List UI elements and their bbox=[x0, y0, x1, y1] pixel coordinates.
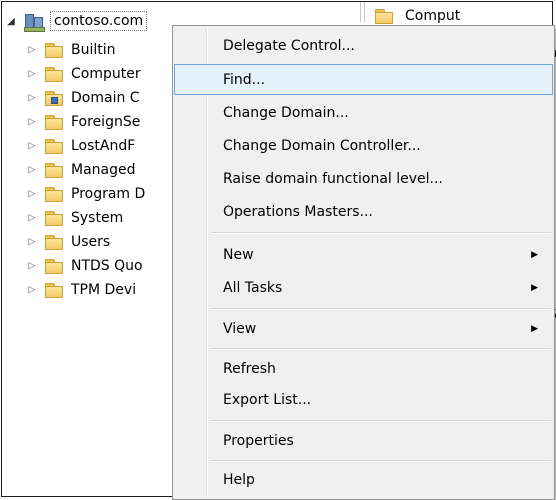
menu-item-label: All Tasks bbox=[223, 279, 283, 296]
tree-item-label: NTDS Quo bbox=[71, 258, 143, 274]
right-pane-list-item[interactable]: Comput bbox=[375, 6, 460, 26]
expand-arrow-icon[interactable]: ▷ bbox=[25, 91, 39, 105]
menu-item-label: Raise domain functional level... bbox=[223, 170, 443, 187]
expand-arrow-icon[interactable]: ▷ bbox=[25, 115, 39, 129]
folder-icon bbox=[45, 259, 63, 274]
folder-icon bbox=[45, 115, 63, 130]
menu-separator bbox=[211, 232, 551, 234]
menu-item-change-domain-controller[interactable]: Change Domain Controller... bbox=[175, 130, 552, 161]
context-menu: Delegate Control... Find... Change Domai… bbox=[172, 25, 555, 500]
tree-item-label: Managed bbox=[71, 162, 136, 178]
menu-item-label: Operations Masters... bbox=[223, 203, 373, 220]
ou-folder-icon bbox=[45, 91, 63, 106]
folder-icon bbox=[45, 43, 63, 58]
menu-item-label: Properties bbox=[223, 432, 294, 449]
menu-item-label: Export List... bbox=[223, 391, 312, 408]
menu-item-label: Refresh bbox=[223, 360, 276, 377]
tree-item-label: System bbox=[71, 210, 124, 226]
folder-icon bbox=[45, 283, 63, 298]
expand-arrow-icon[interactable]: ▷ bbox=[25, 211, 39, 225]
expand-arrow-icon[interactable]: ▷ bbox=[25, 187, 39, 201]
tree-item-label: ForeignSe bbox=[71, 114, 141, 130]
menu-item-new[interactable]: New ▶ bbox=[175, 239, 552, 270]
menu-item-properties[interactable]: Properties bbox=[175, 425, 552, 456]
tree-item-system[interactable]: ▷ System bbox=[25, 207, 123, 229]
menu-item-operations-masters[interactable]: Operations Masters... bbox=[175, 196, 552, 227]
tree-item-foreign-security[interactable]: ▷ ForeignSe bbox=[25, 111, 140, 133]
menu-item-export-list[interactable]: Export List... bbox=[175, 384, 552, 415]
tree-item-program-data[interactable]: ▷ Program D bbox=[25, 183, 145, 205]
tree-item-domain-controllers[interactable]: ▷ Domain C bbox=[25, 87, 140, 109]
folder-icon bbox=[45, 235, 63, 250]
collapse-arrow-icon[interactable]: ◢ bbox=[4, 14, 18, 28]
tree-item-label: Builtin bbox=[71, 42, 116, 58]
expand-arrow-icon[interactable]: ▷ bbox=[25, 67, 39, 81]
submenu-arrow-icon: ▶ bbox=[531, 323, 538, 334]
menu-item-label: Change Domain... bbox=[223, 104, 349, 121]
folder-icon bbox=[45, 67, 63, 82]
menu-separator bbox=[211, 420, 551, 422]
tree-item-ntds-quotas[interactable]: ▷ NTDS Quo bbox=[25, 255, 143, 277]
menu-item-raise-domain-functional-level[interactable]: Raise domain functional level... bbox=[175, 163, 552, 194]
menu-item-refresh[interactable]: Refresh bbox=[175, 353, 552, 384]
menu-item-help[interactable]: Help bbox=[175, 464, 552, 495]
folder-icon bbox=[45, 139, 63, 154]
menu-item-label: Find... bbox=[223, 71, 266, 88]
menu-item-label: New bbox=[223, 246, 254, 263]
menu-item-label: View bbox=[223, 320, 257, 337]
tree-item-label: TPM Devi bbox=[71, 282, 137, 298]
tree-root-label: contoso.com bbox=[50, 11, 148, 31]
tree-item-label: LostAndF bbox=[71, 138, 136, 154]
tree-item-tpm-devices[interactable]: ▷ TPM Devi bbox=[25, 279, 136, 301]
tree-item-label: Domain C bbox=[71, 90, 140, 106]
submenu-arrow-icon: ▶ bbox=[531, 282, 538, 293]
expand-arrow-icon[interactable]: ▷ bbox=[25, 259, 39, 273]
menu-item-label: Help bbox=[223, 471, 255, 488]
tree-item-managed[interactable]: ▷ Managed bbox=[25, 159, 136, 181]
menu-separator bbox=[211, 308, 551, 310]
tree-item-computers[interactable]: ▷ Computer bbox=[25, 63, 141, 85]
expand-arrow-icon[interactable]: ▷ bbox=[25, 43, 39, 57]
menu-item-find[interactable]: Find... bbox=[174, 64, 553, 95]
tree-item-label: Users bbox=[71, 234, 111, 250]
submenu-arrow-icon: ▶ bbox=[531, 249, 538, 260]
tree-root-contoso[interactable]: ◢ contoso.com bbox=[4, 10, 148, 32]
right-pane-item-label: Comput bbox=[405, 8, 461, 24]
menu-separator bbox=[211, 460, 551, 462]
expand-arrow-icon[interactable]: ▷ bbox=[25, 139, 39, 153]
tree-item-builtin[interactable]: ▷ Builtin bbox=[25, 39, 116, 61]
tree-item-label: Program D bbox=[71, 186, 146, 202]
menu-item-label: Change Domain Controller... bbox=[223, 137, 421, 154]
tree-item-lostandfound[interactable]: ▷ LostAndF bbox=[25, 135, 135, 157]
tree-item-users[interactable]: ▷ Users bbox=[25, 231, 110, 253]
menu-item-delegate-control[interactable]: Delegate Control... bbox=[175, 30, 552, 61]
tree-item-label: Computer bbox=[71, 66, 141, 82]
domain-icon bbox=[24, 12, 45, 32]
menu-item-view[interactable]: View ▶ bbox=[175, 313, 552, 344]
expand-arrow-icon[interactable]: ▷ bbox=[25, 235, 39, 249]
pane-splitter[interactable] bbox=[360, 2, 365, 22]
folder-icon bbox=[45, 187, 63, 202]
folder-icon bbox=[45, 211, 63, 226]
expand-arrow-icon[interactable]: ▷ bbox=[25, 163, 39, 177]
folder-icon bbox=[375, 9, 393, 24]
folder-icon bbox=[45, 163, 63, 178]
menu-item-all-tasks[interactable]: All Tasks ▶ bbox=[175, 272, 552, 303]
menu-item-label: Delegate Control... bbox=[223, 37, 355, 54]
expand-arrow-icon[interactable]: ▷ bbox=[25, 283, 39, 297]
menu-separator bbox=[211, 348, 551, 350]
menu-item-change-domain[interactable]: Change Domain... bbox=[175, 97, 552, 128]
